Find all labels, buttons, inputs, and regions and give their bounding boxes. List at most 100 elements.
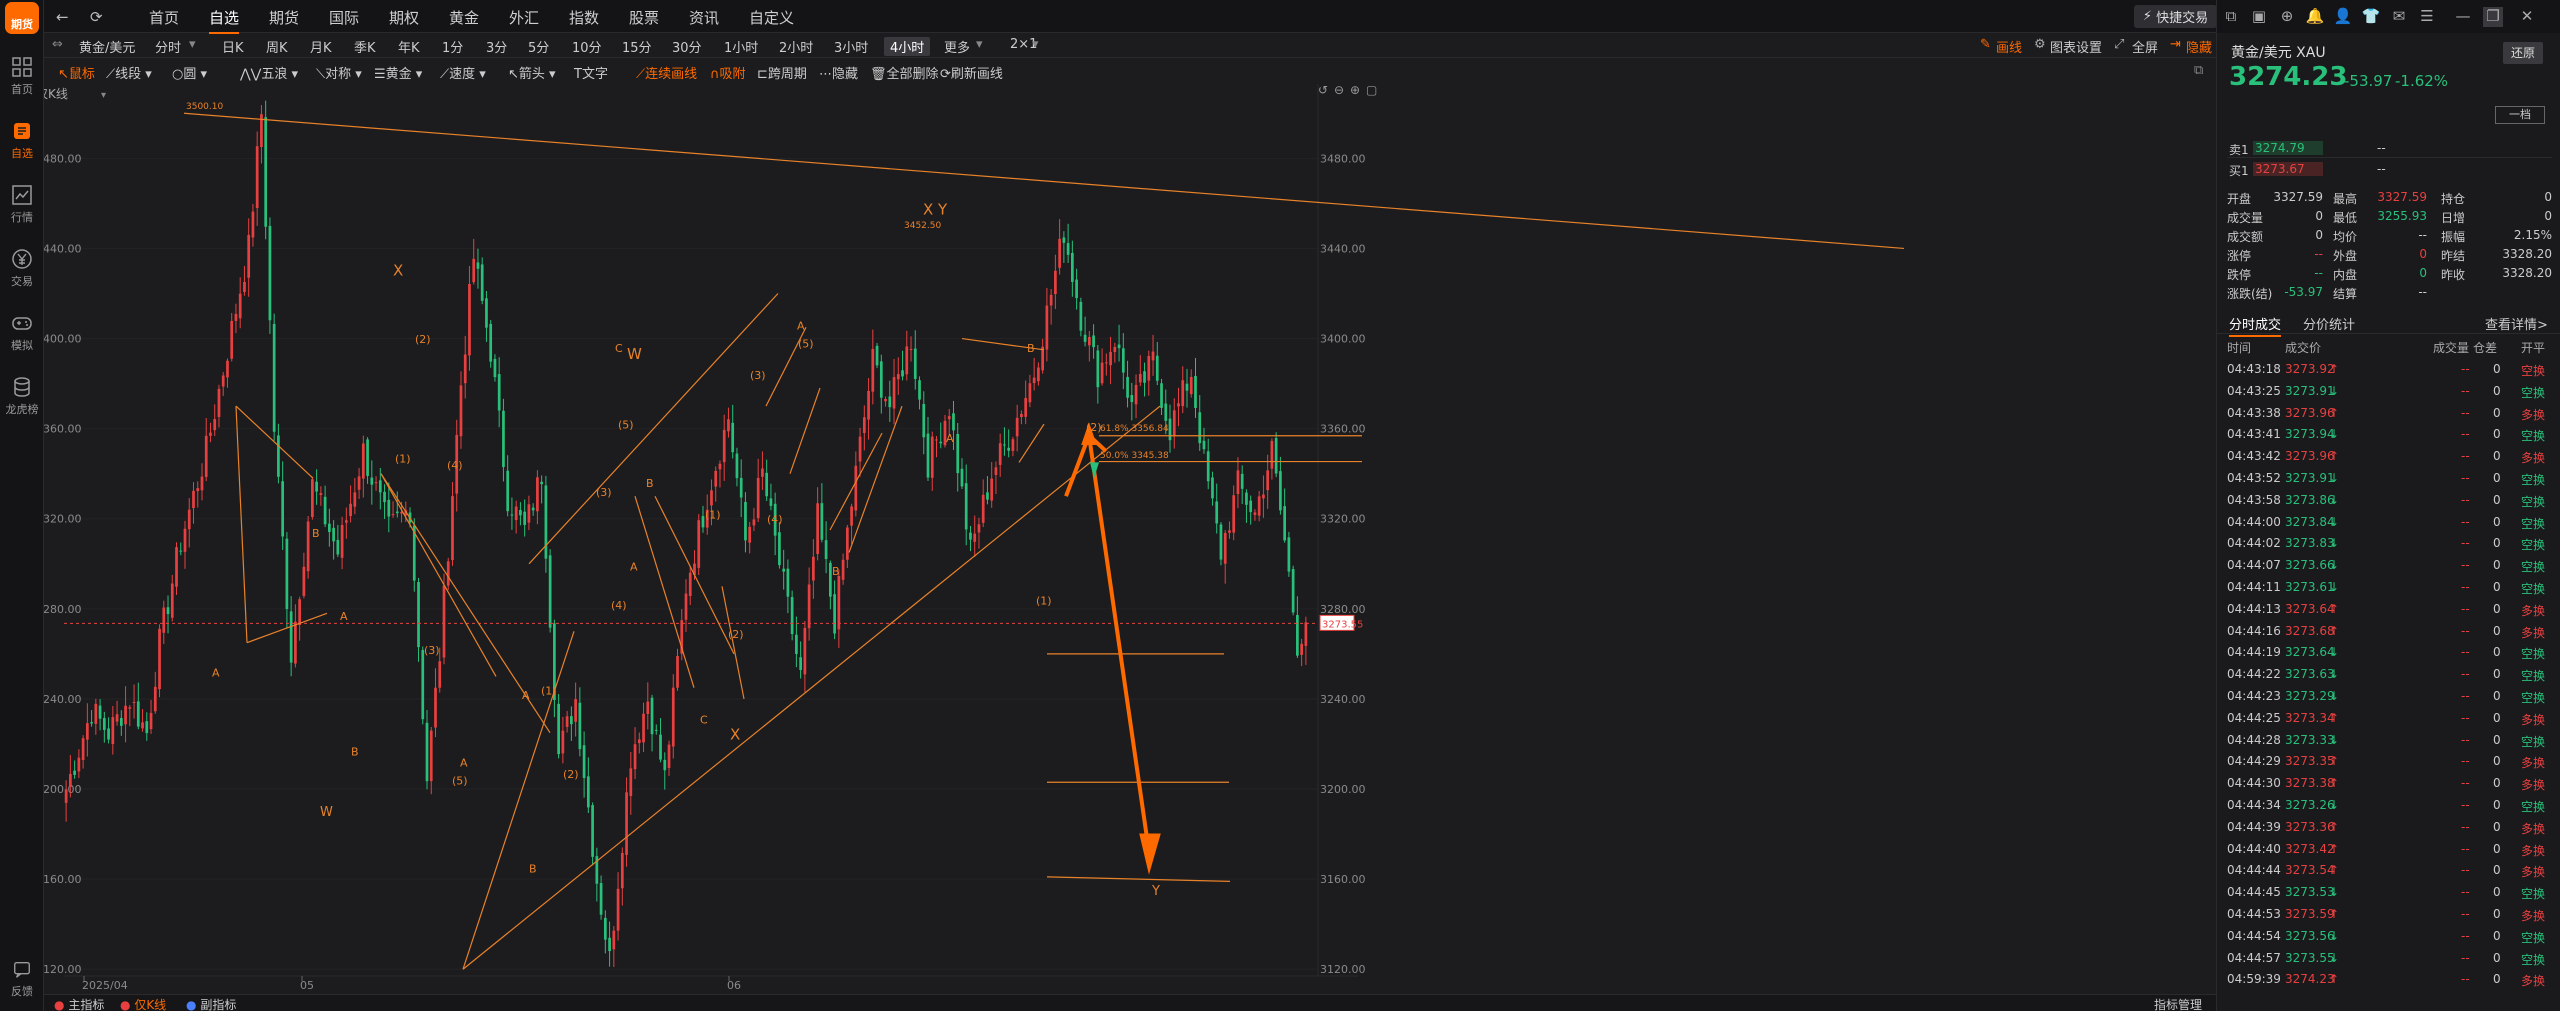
view-detail-link[interactable]: 查看详情> xyxy=(2485,314,2548,333)
period-month[interactable]: 月K xyxy=(310,37,332,56)
bell-icon[interactable]: 🔔 xyxy=(2305,7,2325,27)
sidebar-item-simulate[interactable]: 模拟 xyxy=(0,306,44,358)
sidebar-item-home[interactable]: 首页 xyxy=(0,50,44,102)
mail-icon[interactable]: ✉ xyxy=(2389,7,2409,27)
y-tick-label-left: 3200.00 xyxy=(44,783,82,796)
tab-tick-trades[interactable]: 分时成交 xyxy=(2229,314,2282,337)
period-day[interactable]: 日K xyxy=(222,37,244,56)
cursor-tool[interactable]: ↖鼠标 xyxy=(58,63,95,82)
refresh-drawings-button[interactable]: ⟳刷新画线 xyxy=(940,63,1003,82)
period-year[interactable]: 年K xyxy=(398,37,420,56)
kline-only-tab[interactable]: ● 仅K线 xyxy=(120,996,166,1011)
one-level-button[interactable]: 一档 xyxy=(2495,106,2545,124)
period-week[interactable]: 周K xyxy=(266,37,288,56)
sidebar-item-ranking[interactable]: 龙虎榜 xyxy=(0,370,44,422)
chevron-down-icon[interactable]: ▾ xyxy=(189,37,196,52)
copy-icon[interactable]: ⧉ xyxy=(2194,63,2203,78)
box-icon[interactable]: ▣ xyxy=(2249,7,2269,27)
refresh-icon[interactable]: ⟳ xyxy=(90,8,103,26)
golden-tool[interactable]: ☰黄金 ▾ xyxy=(374,63,422,82)
hide-button[interactable]: 隐藏 xyxy=(2186,37,2212,56)
period-quarter[interactable]: 季K xyxy=(354,37,376,56)
user-icon[interactable]: 👤 xyxy=(2333,7,2353,27)
menu-custom[interactable]: 自定义 xyxy=(749,7,794,28)
menu-international[interactable]: 国际 xyxy=(329,7,359,28)
tick-price: 3273.91 xyxy=(2285,470,2335,485)
candle-body xyxy=(1236,470,1240,495)
quick-trade-button[interactable]: ⚡ 快捷交易 xyxy=(2134,5,2217,28)
period-30m[interactable]: 30分 xyxy=(672,37,702,56)
sell1-price: 3274.79 xyxy=(2253,141,2323,155)
menu-index[interactable]: 指数 xyxy=(569,7,599,28)
feedback-button[interactable]: 反馈 xyxy=(0,960,44,999)
magnet-toggle[interactable]: ∩吸附 xyxy=(710,63,746,82)
close-icon[interactable]: ✕ xyxy=(2517,7,2537,27)
indicator-manage-button[interactable]: 指标管理 xyxy=(2154,996,2202,1011)
five-wave-tool[interactable]: ⋀⋁五浪 ▾ xyxy=(240,63,298,82)
crosshair-icon[interactable]: ⊕ xyxy=(2277,7,2297,27)
menu-watchlist[interactable]: 自选 xyxy=(209,7,240,34)
text-tool[interactable]: T文字 xyxy=(574,63,608,82)
period-5m[interactable]: 5分 xyxy=(528,37,549,56)
segment-tool[interactable]: ⟋线段 ▾ xyxy=(106,63,152,82)
candle-body xyxy=(196,488,200,492)
kline-chart[interactable]: 仅K线 ▾ ↺ ⊖ ⊕ ▢ 3480.00 3480.00 3440.00 3440.00 3400… xyxy=(44,84,2216,994)
kline-chart-area[interactable]: 仅K线 ▾ ↺ ⊖ ⊕ ▢ 3480.00 3480.00 3440.00 3440.00 3400… xyxy=(44,84,2216,994)
restore-window-icon[interactable]: ❐ xyxy=(2483,7,2503,27)
shirt-icon[interactable]: 👕 xyxy=(2361,7,2381,27)
layers-icon[interactable]: ⧉ xyxy=(2221,7,2241,27)
menu-stocks[interactable]: 股票 xyxy=(629,7,659,28)
menu-news[interactable]: 资讯 xyxy=(689,7,719,28)
hide-drawings-toggle[interactable]: ⋯隐藏 xyxy=(819,63,858,82)
period-3m[interactable]: 3分 xyxy=(486,37,507,56)
candle-body xyxy=(1028,383,1032,403)
period-1h[interactable]: 1小时 xyxy=(724,37,758,56)
tick-volume: -- xyxy=(2461,536,2470,551)
speed-tool[interactable]: ⟋速度 ▾ xyxy=(440,63,486,82)
menu-futures[interactable]: 期货 xyxy=(269,7,299,28)
main-indicator-tab[interactable]: ● 主指标 xyxy=(54,996,104,1011)
period-10m[interactable]: 10分 xyxy=(572,37,602,56)
circle-tool[interactable]: ○圆 ▾ xyxy=(172,63,207,82)
period-more[interactable]: 更多 xyxy=(944,37,970,56)
candle-body xyxy=(981,494,985,523)
minimize-icon[interactable]: — xyxy=(2453,7,2473,27)
symmetry-tool[interactable]: ⟍对称 ▾ xyxy=(316,63,362,82)
candle-body xyxy=(608,937,611,952)
period-1m[interactable]: 1分 xyxy=(442,37,463,56)
candle-body xyxy=(374,482,378,484)
sidebar-collapse-icon[interactable]: ⇔ xyxy=(52,37,63,52)
menu-home[interactable]: 首页 xyxy=(149,7,179,28)
period-4h[interactable]: 4小时 xyxy=(884,37,931,56)
arrow-tool[interactable]: ↖箭头 ▾ xyxy=(508,63,556,82)
draw-button[interactable]: 画线 xyxy=(1996,37,2022,56)
chevron-down-icon[interactable]: ▾ xyxy=(976,37,983,52)
menu-icon[interactable]: ☰ xyxy=(2417,7,2437,27)
menu-gold[interactable]: 黄金 xyxy=(449,7,479,28)
stat-label: 涨跌(结) xyxy=(2227,287,2273,301)
sidebar-item-watchlist[interactable]: 自选 xyxy=(0,114,44,166)
sub-indicator-tab[interactable]: ● 副指标 xyxy=(186,996,236,1011)
symbol-selector[interactable]: 黄金/美元 xyxy=(79,37,135,56)
period-15m[interactable]: 15分 xyxy=(622,37,652,56)
menu-forex[interactable]: 外汇 xyxy=(509,7,539,28)
candle-body xyxy=(1287,537,1291,572)
delete-all-button[interactable]: 🗑全部删除 xyxy=(870,63,939,82)
stat-label: 最高 xyxy=(2333,192,2358,206)
restore-button[interactable]: 还原 xyxy=(2503,42,2543,64)
continuous-draw-toggle[interactable]: ⟋连续画线 xyxy=(636,63,697,82)
period-3h[interactable]: 3小时 xyxy=(834,37,868,56)
tab-price-stats[interactable]: 分价统计 xyxy=(2303,314,2355,333)
period-timeshare[interactable]: 分时 xyxy=(155,37,181,56)
sidebar-item-trade[interactable]: 交易 xyxy=(0,242,44,294)
back-icon[interactable]: ← xyxy=(56,8,69,26)
period-2h[interactable]: 2小时 xyxy=(779,37,813,56)
app-logo[interactable]: 期货 xyxy=(5,2,39,34)
fullscreen-button[interactable]: 全屏 xyxy=(2132,37,2158,56)
price-change: -53.97 xyxy=(2344,72,2393,90)
cross-period-toggle[interactable]: ⊏跨周期 xyxy=(757,63,807,82)
menu-options[interactable]: 期权 xyxy=(389,7,419,28)
chart-settings-button[interactable]: 图表设置 xyxy=(2050,37,2102,56)
chevron-down-icon[interactable]: ▾ xyxy=(1032,37,1039,52)
sidebar-item-market[interactable]: 行情 xyxy=(0,178,44,230)
